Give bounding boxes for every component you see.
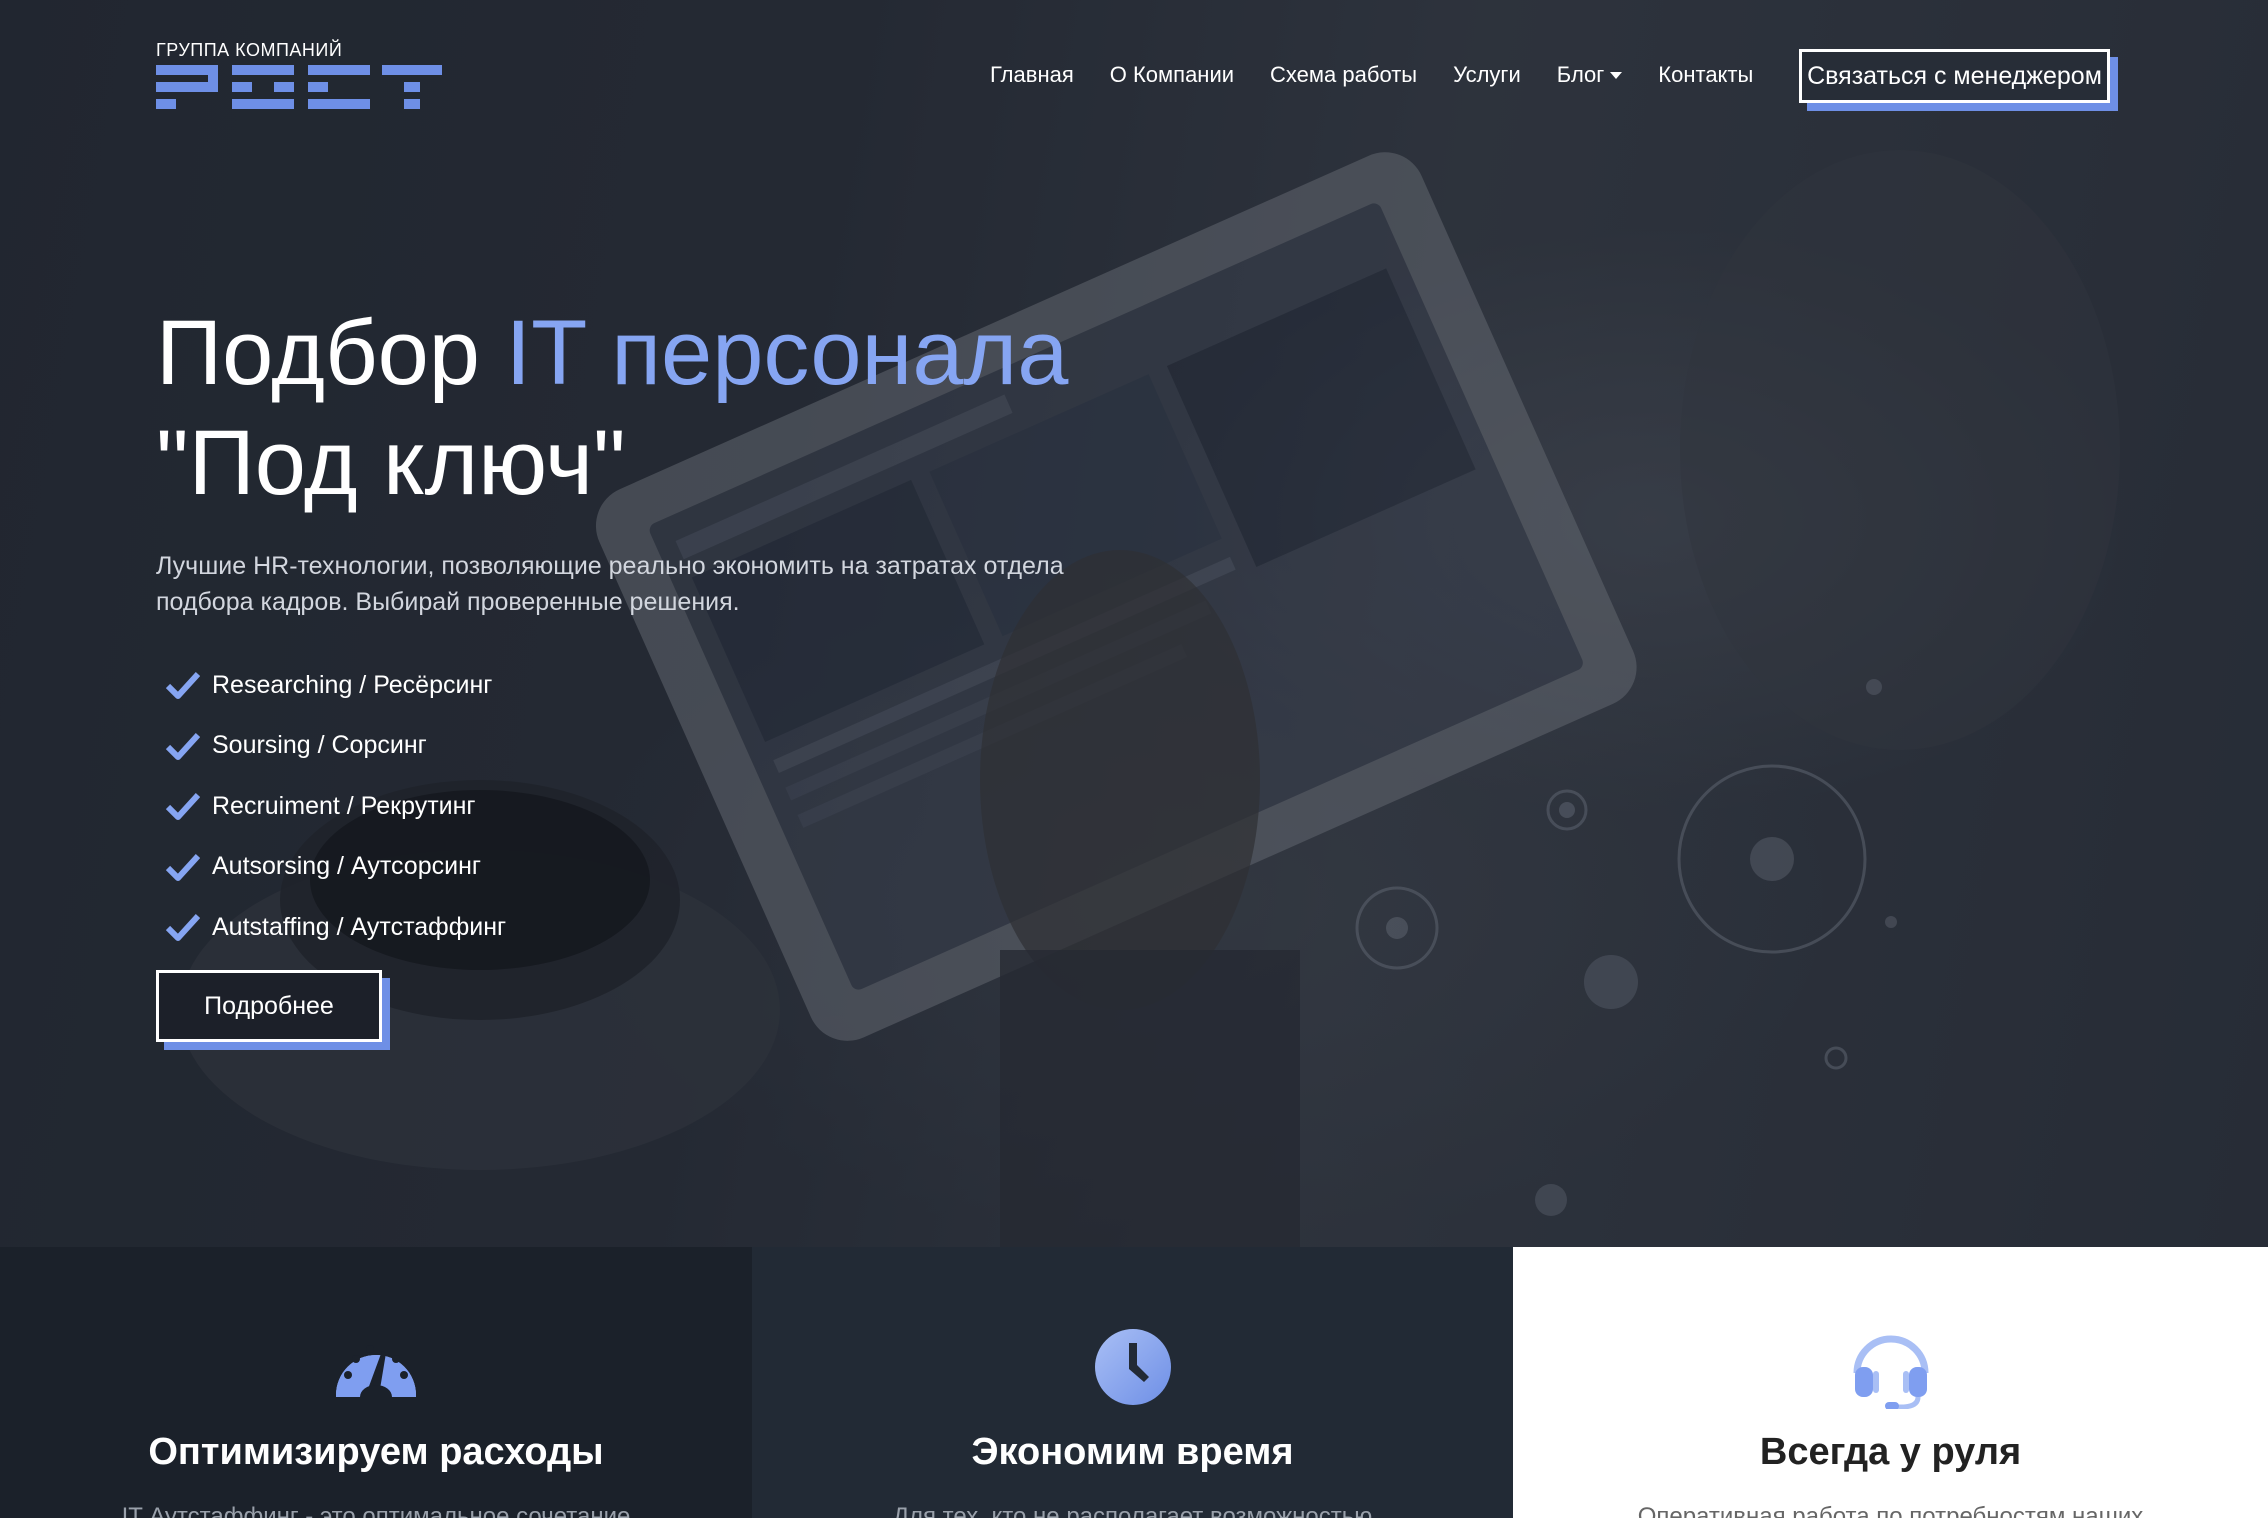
hero-title-line2: "Под ключ"	[156, 412, 626, 514]
list-item: Recruiment / Рекрутинг	[166, 776, 506, 837]
benefit-title: Оптимизируем расходы	[148, 1431, 604, 1473]
hero-title: Подбор IT персонала "Под ключ"	[156, 298, 1068, 518]
chevron-down-icon	[1610, 71, 1623, 79]
feature-label: Soursing / Сорсинг	[212, 731, 427, 760]
feature-label: Researching / Ресёрсинг	[212, 670, 493, 699]
logo-wordmark	[156, 65, 442, 109]
nav-item-services[interactable]: Услуги	[1453, 62, 1521, 88]
feature-label: Autstaffing / Аутстаффинг	[212, 912, 507, 941]
more-button-wrapper: Подробнее	[156, 970, 390, 1052]
contact-manager-button[interactable]: Связаться с менеджером	[1799, 49, 2110, 103]
benefit-card-control: Всегда у руля Оперативная работа по потр…	[1513, 1247, 2268, 1518]
headset-icon	[1853, 1335, 1928, 1409]
main-nav: Главная О Компании Схема работы Услуги Б…	[990, 62, 1789, 88]
feature-label: Recruiment / Рекрутинг	[212, 791, 476, 820]
hero-title-accent: IT персонала	[505, 302, 1069, 404]
clock-icon	[1094, 1329, 1171, 1405]
speedometer-icon	[336, 1345, 416, 1397]
list-item: Autstaffing / Аутстаффинг	[166, 897, 506, 958]
hero-title-part1: Подбор	[156, 302, 506, 404]
nav-item-contacts[interactable]: Контакты	[1658, 62, 1753, 88]
checkmark-icon	[166, 853, 200, 881]
benefit-card-time: Экономим время Для тех, кто не располага…	[752, 1247, 1513, 1518]
hero-section: ГРУППА КОМПАНИЙ Главная О Компании Схема…	[0, 0, 2268, 1247]
nav-item-blog-label: Блог	[1556, 62, 1605, 87]
checkmark-icon	[166, 914, 200, 942]
benefit-text: Для тех, кто не располагает возможностью	[892, 1503, 1373, 1518]
benefits-section: Оптимизируем расходы IT Аутстаффинг - эт…	[0, 1247, 2268, 1518]
benefit-text: IT Аутстаффинг - это оптимальное сочетан…	[121, 1503, 631, 1518]
logo-caption: ГРУППА КОМПАНИЙ	[156, 40, 343, 60]
list-item: Autsorsing / Аутсорсинг	[166, 837, 506, 898]
checkmark-icon	[166, 793, 200, 821]
hero-overlay	[0, 0, 2268, 1247]
nav-item-home[interactable]: Главная	[990, 62, 1074, 88]
nav-item-blog[interactable]: Блог	[1557, 62, 1623, 88]
logo[interactable]: ГРУППА КОМПАНИЙ	[156, 40, 442, 120]
feature-label: Autsorsing / Аутсорсинг	[212, 852, 481, 881]
checkmark-icon	[166, 732, 200, 760]
nav-item-workflow[interactable]: Схема работы	[1270, 62, 1417, 88]
checkmark-icon	[166, 672, 200, 700]
nav-item-about[interactable]: О Компании	[1110, 62, 1234, 88]
hero-subtitle: Лучшие HR-технологии, позволяющие реальн…	[156, 552, 1064, 616]
benefit-text: Оперативная работа по потребностям наших	[1637, 1503, 2144, 1518]
benefit-title: Всегда у руля	[1759, 1431, 2022, 1473]
more-button[interactable]: Подробнее	[156, 970, 382, 1042]
list-item: Soursing / Сорсинг	[166, 716, 506, 777]
list-item: Researching / Ресёрсинг	[166, 655, 506, 716]
feature-list: Researching / Ресёрсинг Soursing / Сорси…	[166, 655, 506, 958]
benefit-title: Экономим время	[971, 1431, 1294, 1473]
contact-manager-wrapper: Связаться с менеджером	[1799, 49, 2118, 111]
benefit-card-costs: Оптимизируем расходы IT Аутстаффинг - эт…	[0, 1247, 752, 1518]
